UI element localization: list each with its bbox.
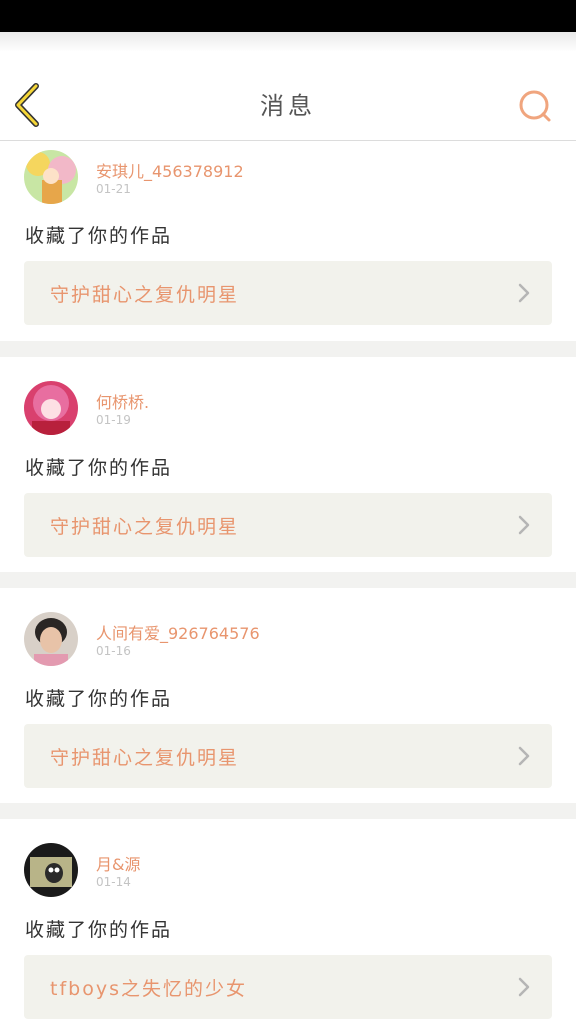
work-title: 守护甜心之复仇明星	[50, 284, 240, 306]
divider	[0, 803, 576, 819]
username[interactable]: 何桥桥.	[96, 389, 149, 413]
username[interactable]: 安琪儿_456378912	[96, 158, 244, 182]
avatar[interactable]	[24, 381, 78, 435]
message-date: 01-19	[96, 413, 131, 427]
username[interactable]: 人间有爱_926764576	[96, 620, 260, 644]
work-title: 守护甜心之复仇明星	[50, 516, 240, 538]
message-card: 何桥桥. 01-19 收藏了你的作品 守护甜心之复仇明星	[0, 357, 576, 572]
action-text: 收藏了你的作品	[25, 688, 173, 710]
action-text: 收藏了你的作品	[25, 919, 173, 941]
username[interactable]: 月&源	[96, 851, 140, 875]
chevron-right-icon	[518, 977, 530, 997]
message-date: 01-14	[96, 875, 131, 889]
message-card: 安琪儿_456378912 01-21 收藏了你的作品 守护甜心之复仇明星	[0, 141, 576, 341]
status-bar-shadow	[0, 32, 576, 52]
action-text: 收藏了你的作品	[25, 225, 173, 247]
chevron-right-icon	[518, 283, 530, 303]
divider	[0, 341, 576, 357]
search-icon	[519, 90, 551, 122]
message-date: 01-16	[96, 644, 131, 658]
work-link[interactable]: tfboys之失忆的少女	[24, 955, 552, 1019]
avatar[interactable]	[24, 843, 78, 897]
action-text: 收藏了你的作品	[25, 457, 173, 479]
work-title: tfboys之失忆的少女	[50, 978, 247, 1000]
avatar[interactable]	[24, 612, 78, 666]
work-link[interactable]: 守护甜心之复仇明星	[24, 724, 552, 788]
work-link[interactable]: 守护甜心之复仇明星	[24, 493, 552, 557]
page-title: 消息	[260, 92, 316, 120]
message-date: 01-21	[96, 182, 131, 196]
work-title: 守护甜心之复仇明星	[50, 747, 240, 769]
nav-bar: 消息	[0, 52, 576, 141]
status-bar	[0, 0, 576, 32]
message-card: 月&源 01-14 收藏了你的作品 tfboys之失忆的少女	[0, 819, 576, 1034]
avatar[interactable]	[24, 150, 78, 204]
chevron-right-icon	[518, 746, 530, 766]
work-link[interactable]: 守护甜心之复仇明星	[24, 261, 552, 325]
message-card: 人间有爱_926764576 01-16 收藏了你的作品 守护甜心之复仇明星	[0, 588, 576, 803]
divider	[0, 572, 576, 588]
chevron-right-icon	[518, 515, 530, 535]
message-list: 安琪儿_456378912 01-21 收藏了你的作品 守护甜心之复仇明星 何桥…	[0, 141, 576, 1034]
search-button[interactable]	[514, 86, 554, 126]
